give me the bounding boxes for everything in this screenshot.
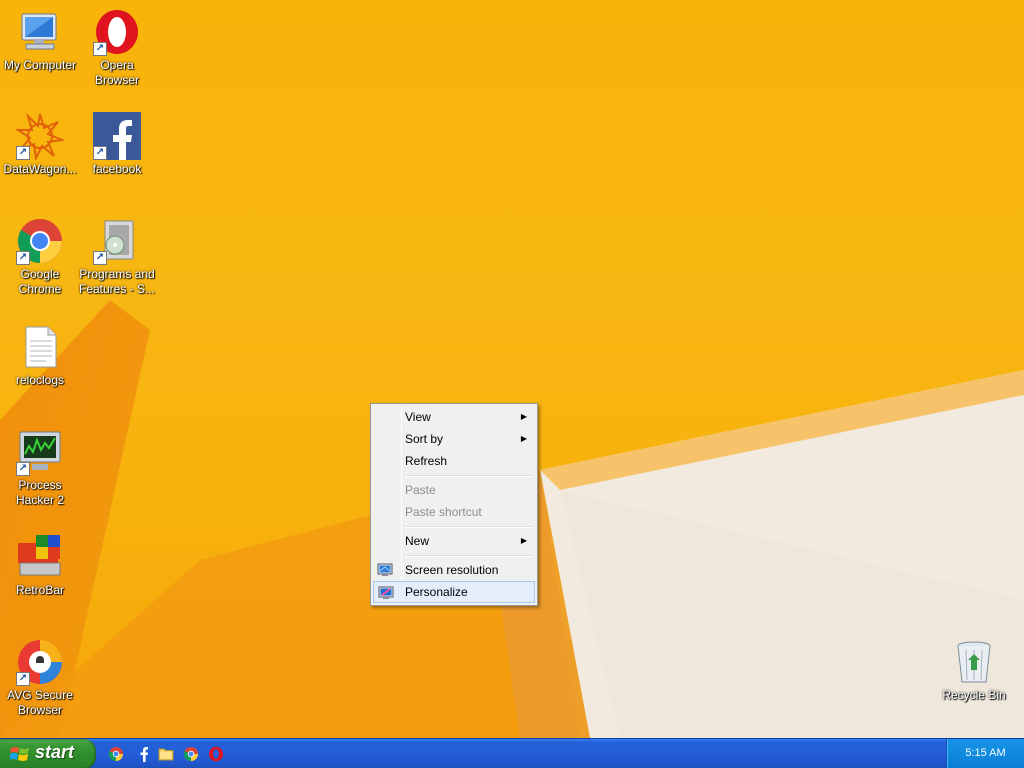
quick-launch-chrome-icon[interactable]: [183, 746, 199, 762]
menu-item-label: Paste shortcut: [405, 505, 482, 519]
windows-logo-icon: [10, 747, 29, 761]
desktop-icon-label: Opera Browser: [94, 58, 139, 87]
shortcut-arrow-icon: ↗: [16, 146, 30, 160]
desktop-icon-label: Recycle Bin: [942, 688, 1006, 702]
wallpaper: [0, 300, 1024, 738]
desktop-icon-process-hacker-2[interactable]: ↗ Process Hacker 2: [0, 428, 80, 508]
desktop-icon-label: DataWagon...: [3, 162, 77, 176]
desktop-icon-facebook[interactable]: ↗ facebook: [77, 112, 157, 177]
taskbar: start 5:15 AM: [0, 738, 1024, 768]
clock[interactable]: 5:15 AM: [947, 747, 1024, 759]
desktop-icon-opera[interactable]: ↗ Opera Browser: [77, 8, 157, 88]
menu-item-paste: Paste: [373, 479, 535, 501]
menu-item-label: Screen resolution: [405, 563, 499, 577]
shortcut-arrow-icon: ↗: [16, 462, 30, 476]
quick-launch-opera-icon[interactable]: [208, 746, 224, 762]
shortcut-arrow-icon: ↗: [16, 251, 30, 265]
desktop[interactable]: My Computer ↗ Opera Browser ↗ DataWagon.…: [0, 0, 1024, 738]
desktop-icon-label: reloclogs: [15, 373, 65, 387]
menu-item-refresh[interactable]: Refresh: [373, 450, 535, 472]
menu-item-label: New: [405, 534, 430, 548]
retrobar-icon: [18, 535, 61, 576]
menu-separator: [403, 472, 535, 479]
menu-item-screen-resolution[interactable]: Screen resolution: [373, 559, 535, 581]
desktop-icon-retrobar[interactable]: RetroBar: [0, 533, 80, 598]
menu-item-label: Personalize: [405, 585, 468, 599]
menu-item-label: View: [405, 410, 431, 424]
desktop-icon-label: RetroBar: [15, 583, 65, 597]
quick-launch-folder-icon[interactable]: [158, 746, 174, 762]
quick-launch-chrome-icon[interactable]: [108, 746, 124, 762]
system-tray[interactable]: 5:15 AM: [946, 739, 1024, 768]
shortcut-arrow-icon: ↗: [16, 672, 30, 686]
desktop-icon-programs-and-features[interactable]: ↗ Programs and Features - S...: [77, 217, 157, 297]
desktop-icon-datawagon[interactable]: ↗ DataWagon...: [0, 112, 80, 177]
shortcut-arrow-icon: ↗: [93, 42, 107, 56]
menu-item-sort-by[interactable]: Sort by ▶: [373, 428, 535, 450]
recycle-bin-icon: [957, 641, 991, 683]
desktop-icon-label: Process Hacker 2: [15, 478, 65, 507]
quick-launch-facebook-icon[interactable]: [134, 746, 150, 762]
menu-item-view[interactable]: View ▶: [373, 406, 535, 428]
menu-item-paste-shortcut: Paste shortcut: [373, 501, 535, 523]
screen-resolution-icon: [377, 563, 393, 576]
desktop-icon-my-computer[interactable]: My Computer: [0, 8, 80, 73]
text-file-icon: [25, 326, 57, 368]
shortcut-arrow-icon: ↗: [93, 146, 107, 160]
desktop-icon-reloclogs[interactable]: reloclogs: [0, 323, 80, 388]
menu-item-label: Paste: [405, 483, 436, 497]
desktop-icon-label: My Computer: [3, 58, 77, 72]
desktop-icon-google-chrome[interactable]: ↗ Google Chrome: [0, 217, 80, 297]
desktop-icon-recycle-bin[interactable]: Recycle Bin: [934, 638, 1014, 703]
menu-item-personalize[interactable]: Personalize: [373, 581, 535, 603]
start-label: start: [35, 742, 75, 762]
my-computer-icon: [21, 13, 57, 50]
desktop-icon-label: Programs and Features - S...: [78, 267, 156, 296]
menu-item-label: Refresh: [405, 454, 448, 468]
menu-separator: [403, 523, 535, 530]
submenu-arrow-icon: ▶: [520, 536, 527, 545]
submenu-arrow-icon: ▶: [520, 412, 527, 421]
desktop-icon-label: AVG Secure Browser: [7, 688, 73, 717]
menu-item-new[interactable]: New ▶: [373, 530, 535, 552]
personalize-icon: [378, 586, 394, 599]
shortcut-arrow-icon: ↗: [93, 251, 107, 265]
desktop-icon-avg-secure-browser[interactable]: ↗ AVG Secure Browser: [0, 638, 80, 718]
menu-separator: [403, 552, 535, 559]
desktop-context-menu: View ▶ Sort by ▶ Refresh Paste Paste sho…: [370, 403, 538, 606]
menu-item-label: Sort by: [405, 432, 444, 446]
desktop-icon-label: facebook: [92, 162, 142, 176]
desktop-icon-label: Google Chrome: [18, 267, 62, 296]
start-button[interactable]: start: [0, 739, 96, 768]
submenu-arrow-icon: ▶: [520, 434, 527, 443]
